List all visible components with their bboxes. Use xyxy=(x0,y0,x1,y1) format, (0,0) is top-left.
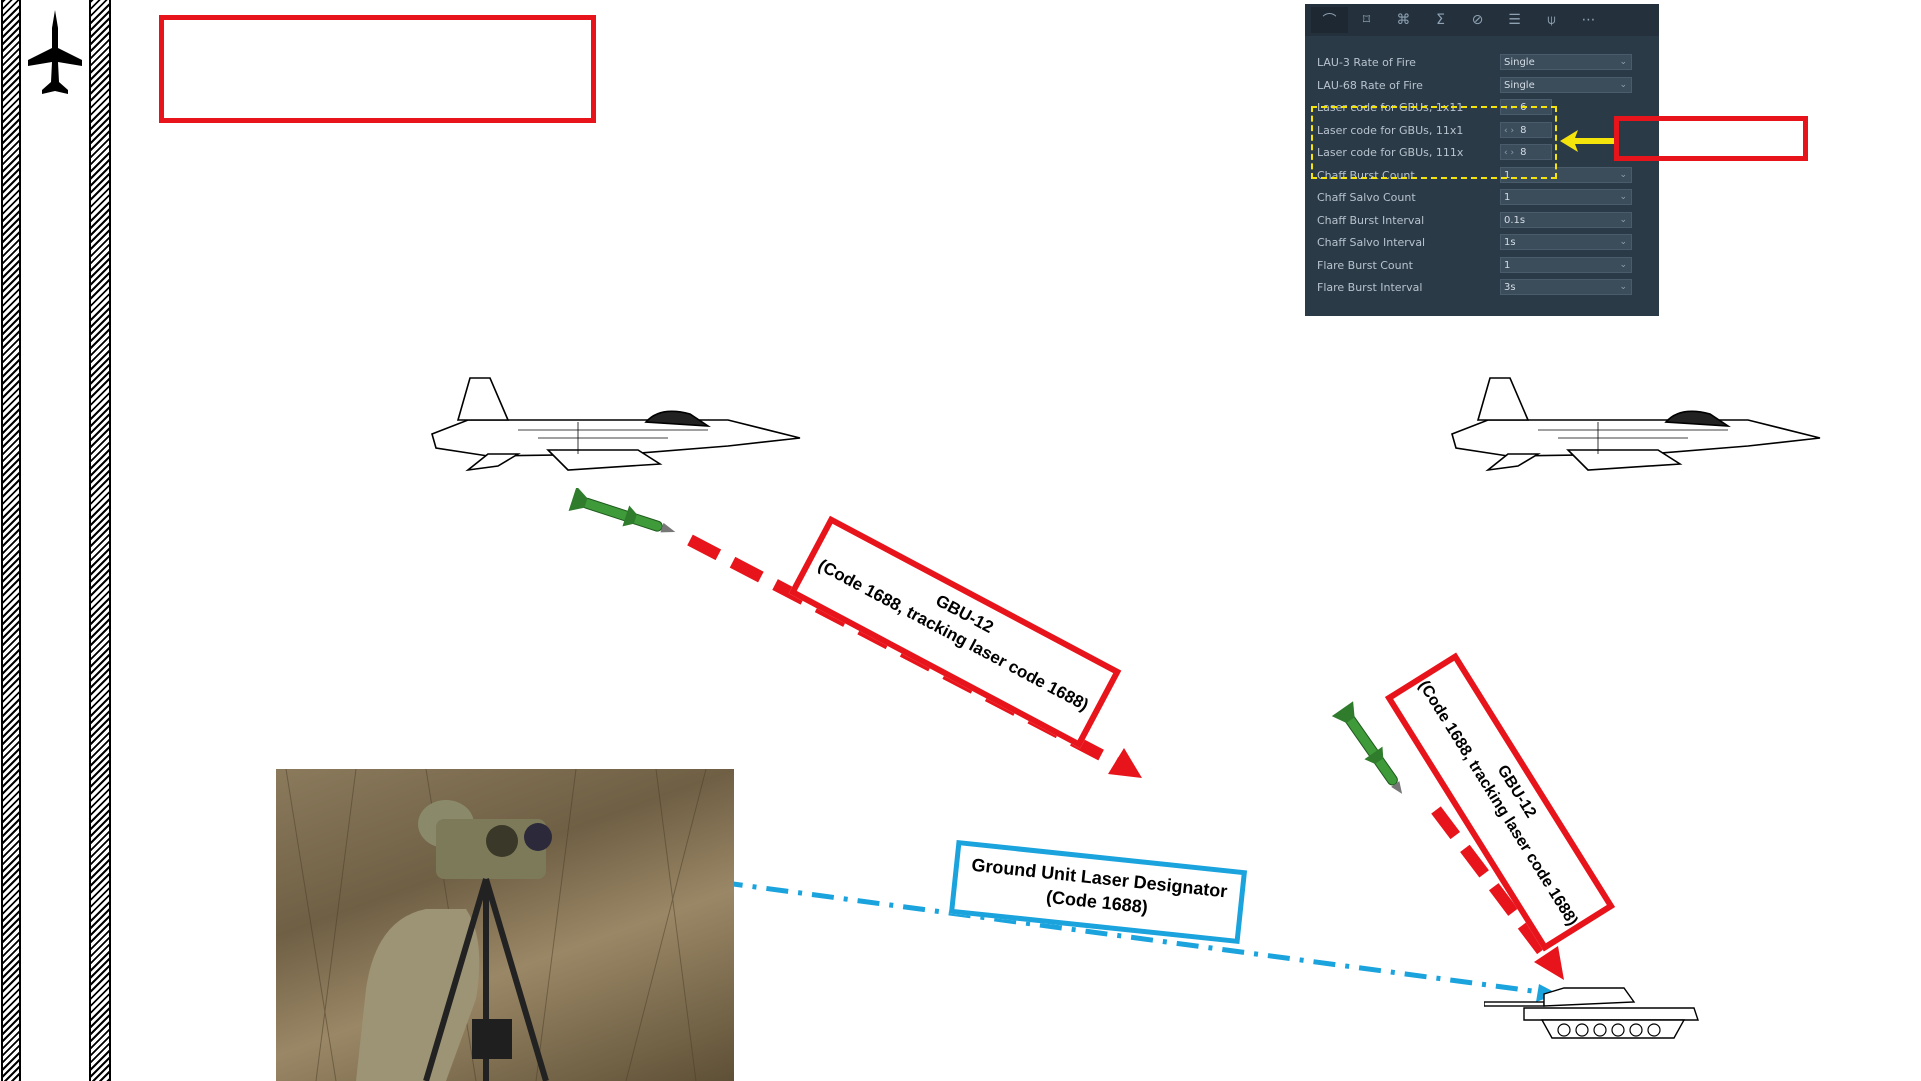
laser-designator-photo xyxy=(276,769,734,1081)
tank-target xyxy=(1484,987,1699,1039)
